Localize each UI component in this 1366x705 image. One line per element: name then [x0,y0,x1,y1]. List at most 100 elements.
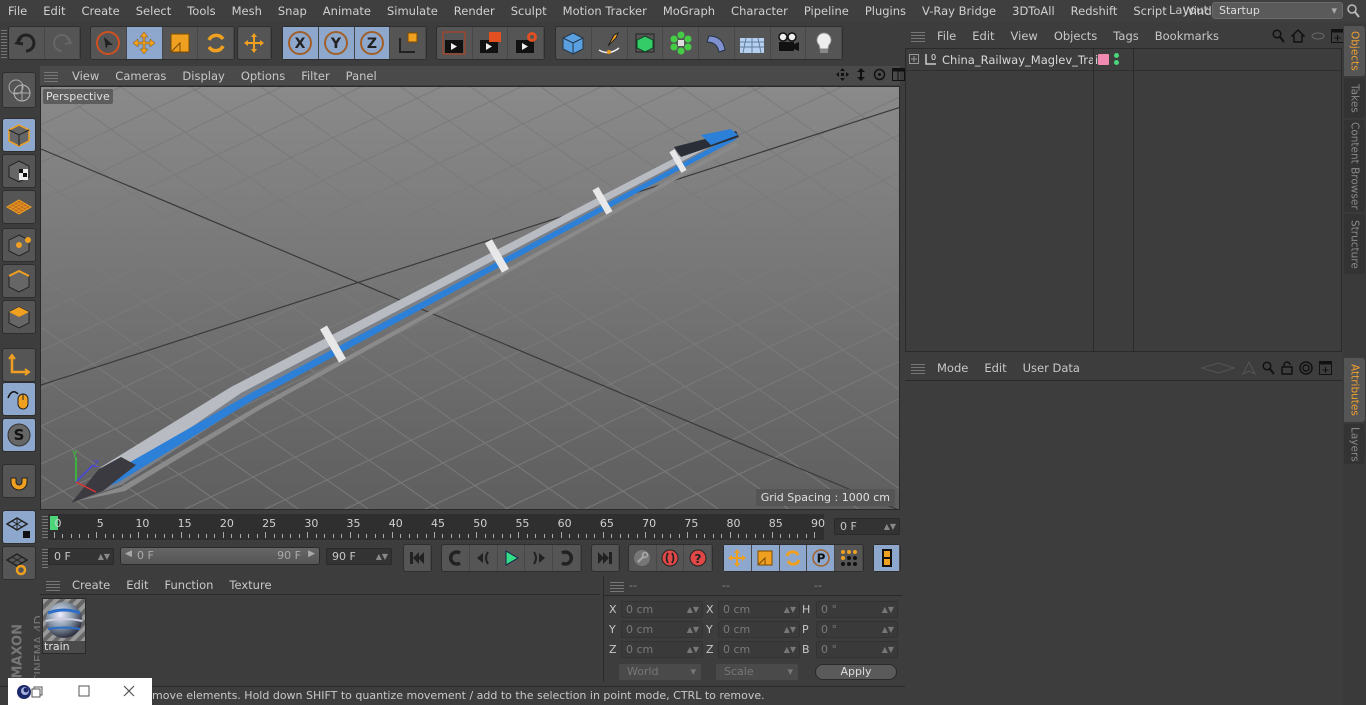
pen-button[interactable] [592,27,628,59]
viewport-camera-label[interactable]: Perspective [43,89,113,104]
toolbar-grip[interactable] [1,28,7,58]
make-editable-button[interactable] [2,72,36,108]
menu-item-edit[interactable]: Edit [118,578,156,592]
timeline-window-button[interactable] [874,545,900,571]
menu-item-sculpt[interactable]: Sculpt [503,4,555,18]
object-row[interactable]: 0 China_Railway_Maglev_Train [906,49,1341,352]
spinner-icon[interactable]: ▲▼ [98,549,110,564]
menu-item-user-data[interactable]: User Data [1015,361,1088,375]
layout-dropdown[interactable]: Startup [1212,2,1343,19]
coord-value-field[interactable]: 0 cm ▲▼ [621,621,703,638]
zoom-view-icon[interactable] [855,68,867,81]
restore-window-icon[interactable] [31,686,43,698]
size-mode-dropdown[interactable]: Scale [716,664,798,680]
menu-item-cameras[interactable]: Cameras [107,69,174,83]
menu-item-v-ray-bridge[interactable]: V-Ray Bridge [914,4,1004,18]
rotate-tool-button[interactable] [198,27,234,59]
render-picture-viewer-button[interactable] [473,27,509,59]
menu-item-pipeline[interactable]: Pipeline [796,4,857,18]
next-keyframe-button[interactable] [553,545,581,571]
menu-item-texture[interactable]: Texture [221,578,279,592]
cloner-button[interactable] [663,27,699,59]
coord-value-field[interactable]: 0 ° ▲▼ [816,621,898,638]
coord-value-field[interactable]: 0 cm ▲▼ [621,601,703,618]
workplane-mode-button[interactable] [2,190,36,224]
spinner-icon[interactable]: ▲▼ [687,642,699,657]
move-tool-button[interactable] [126,27,163,59]
range-left-arrow[interactable]: ◀ [125,549,132,559]
key-parameter-button[interactable]: P [807,545,836,571]
texture-mode-button[interactable] [2,154,36,188]
maximize-window-icon[interactable] [78,685,90,697]
spinner-icon[interactable]: ▲▼ [784,622,796,637]
subdivision-button[interactable] [628,27,664,59]
start-frame-field[interactable]: 0 F ▲▼ [48,548,114,565]
menu-item-display[interactable]: Display [174,69,232,83]
last-tool-button[interactable] [238,27,271,59]
points-mode-button[interactable] [2,228,36,262]
timeline-ruler[interactable]: 0 5 10 15 20 25 30 35 40 45 50 55 60 65 70 75 80 85 90 [48,514,825,540]
y-axis-button[interactable]: Y [318,27,355,59]
key-pla-button[interactable] [835,545,863,571]
spinner-icon[interactable]: ▲▼ [784,602,796,617]
spinner-icon[interactable]: ▲▼ [784,642,796,657]
key-rotation-button[interactable] [779,545,808,571]
snap-button[interactable]: S [2,418,36,452]
layer-color-swatch[interactable] [1098,54,1109,65]
locked-workplane-button[interactable] [2,510,36,544]
object-name[interactable]: China_Railway_Maglev_Train [942,53,1105,67]
frame-range-slider[interactable]: ◀ 0 F 90 F ▶ [120,547,320,565]
menu-item-file[interactable]: File [929,29,964,43]
previous-frame-button[interactable] [470,545,498,571]
cinema4d-app-icon[interactable] [16,684,32,700]
menu-item-mesh[interactable]: Mesh [224,4,270,18]
motion-record-button[interactable] [629,545,657,571]
light-button[interactable] [806,27,842,59]
coord-value-field[interactable]: 0 cm ▲▼ [718,621,800,638]
menu-item-select[interactable]: Select [128,4,179,18]
apply-button[interactable]: Apply [815,664,897,680]
spinner-icon[interactable]: ▲▼ [884,519,896,534]
redo-button[interactable] [45,27,80,59]
menu-item-character[interactable]: Character [723,4,796,18]
menu-item-filter[interactable]: Filter [293,69,337,83]
menu-item-edit[interactable]: Edit [964,29,1002,43]
viewport-grip[interactable] [44,69,58,82]
spinner-icon[interactable]: ▲▼ [882,642,894,657]
current-frame-field[interactable]: 0 F ▲▼ [834,518,900,535]
coordinate-system-dropdown[interactable]: World [619,664,701,680]
coord-grip[interactable] [610,580,624,592]
autokeying-button[interactable]: ? [684,545,713,571]
key-scale-button[interactable] [751,545,780,571]
menu-item-animate[interactable]: Animate [315,4,379,18]
go-to-start-button[interactable] [404,545,431,571]
render-visibility-dot[interactable] [1114,60,1119,65]
maximize-view-icon[interactable] [892,68,905,81]
live-selection-button[interactable] [91,27,127,59]
menu-item-function[interactable]: Function [157,578,222,592]
menu-item-redshift[interactable]: Redshift [1063,4,1126,18]
tab-takes[interactable]: Takes [1344,78,1365,118]
target-icon[interactable] [1299,361,1313,375]
menu-item-view[interactable]: View [1003,29,1046,43]
menu-item-snap[interactable]: Snap [270,4,315,18]
menu-item-simulate[interactable]: Simulate [379,4,446,18]
record-active-objects-button[interactable] [657,545,685,571]
deformer-button[interactable] [699,27,735,59]
lock-icon[interactable] [1281,361,1293,375]
cube-button[interactable] [556,27,592,59]
menu-item-tags[interactable]: Tags [1105,29,1146,43]
expand-icon[interactable] [909,54,919,64]
tab-structure[interactable]: Structure [1344,214,1365,274]
up-arrow-icon[interactable] [1242,361,1256,375]
range-right-arrow[interactable]: ▶ [308,549,315,559]
menu-item-edit[interactable]: Edit [35,4,73,18]
close-window-icon[interactable] [123,685,135,697]
menu-item-mode[interactable]: Mode [929,361,976,375]
previous-keyframe-button[interactable] [442,545,470,571]
menu-item-options[interactable]: Options [233,69,293,83]
material-grip[interactable] [46,579,60,591]
menu-item-create[interactable]: Create [64,578,118,592]
coord-value-field[interactable]: 0 cm ▲▼ [621,641,703,658]
edges-mode-button[interactable] [2,264,36,298]
